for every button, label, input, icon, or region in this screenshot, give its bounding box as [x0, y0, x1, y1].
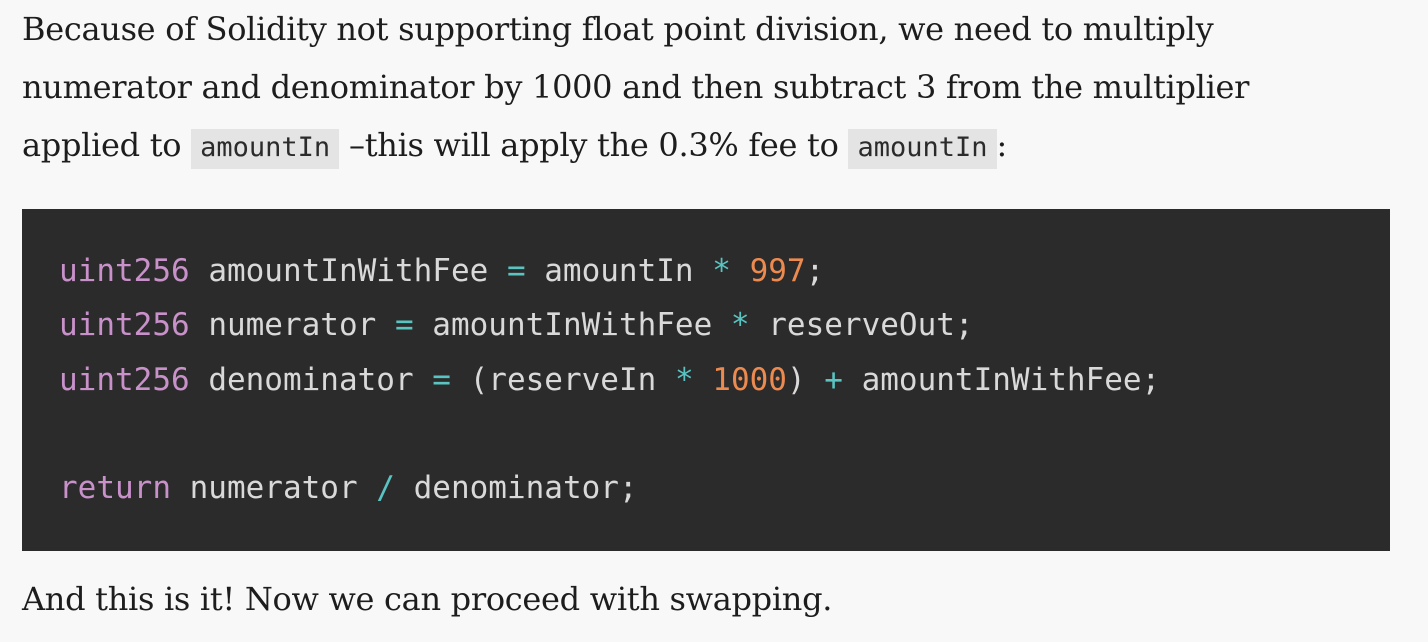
- code-identifier: numerator: [170, 470, 377, 507]
- code-identifier: amountInWithFee: [189, 253, 507, 289]
- intro-line-1: Because of Solidity not supporting float…: [22, 10, 1214, 48]
- code-number: 1000: [712, 361, 787, 398]
- code-operator: +: [824, 361, 843, 398]
- inline-code-amountin: amountIn: [191, 129, 340, 169]
- code-operator: =: [394, 307, 414, 344]
- intro-line-3-text-b: –this will apply the 0.3% fee to: [339, 126, 849, 164]
- code-identifier: amountIn: [525, 253, 713, 289]
- code-type-keyword: uint256: [59, 253, 190, 289]
- code-number: 997: [749, 253, 806, 289]
- code-operator: /: [376, 470, 395, 507]
- code-punctuation: ;: [805, 253, 825, 289]
- intro-paragraph: Because of Solidity not supporting float…: [22, 0, 1402, 177]
- code-operator: *: [730, 307, 750, 344]
- code-line-2: uint256 numerator = amountInWithFee * re…: [59, 298, 1390, 352]
- code-return-keyword: return: [59, 470, 171, 507]
- code-line-1: uint256 amountInWithFee = amountIn * 997…: [59, 244, 1390, 298]
- code-identifier: reserveOut;: [749, 307, 974, 344]
- code-operator: =: [506, 253, 526, 289]
- code-block: uint256 amountInWithFee = amountIn * 997…: [22, 209, 1390, 551]
- outro-paragraph: And this is it! Now we can proceed with …: [22, 570, 1402, 628]
- inline-code-amountin-2: amountIn: [848, 129, 997, 169]
- code-type-keyword: uint256: [59, 307, 190, 344]
- outro-line: And this is it! Now we can proceed with …: [22, 580, 833, 618]
- code-line-3: uint256 denominator = (reserveIn * 1000)…: [59, 353, 1390, 407]
- code-line-5: return numerator / denominator;: [59, 461, 1390, 515]
- code-line-4-blank: [59, 407, 1390, 461]
- code-identifier: denominator;: [394, 470, 638, 507]
- code-identifier: amountInWithFee: [413, 307, 731, 344]
- intro-line-3: applied to amountIn –this will apply the…: [22, 116, 1402, 177]
- intro-line-3-text-c: :: [996, 126, 1008, 164]
- intro-line-3-text-a: applied to: [22, 126, 192, 164]
- code-operator: *: [712, 253, 731, 289]
- intro-line-2: numerator and denominator by 1000 and th…: [22, 68, 1250, 106]
- code-identifier: amountInWithFee;: [842, 361, 1161, 398]
- code-identifier: denominator: [189, 361, 433, 398]
- code-identifier: numerator: [189, 307, 395, 344]
- code-identifier: (reserveIn: [450, 361, 675, 398]
- code-punctuation: ): [786, 361, 825, 398]
- code-operator: *: [674, 361, 694, 398]
- code-operator: =: [432, 361, 451, 398]
- code-type-keyword: uint256: [59, 361, 190, 398]
